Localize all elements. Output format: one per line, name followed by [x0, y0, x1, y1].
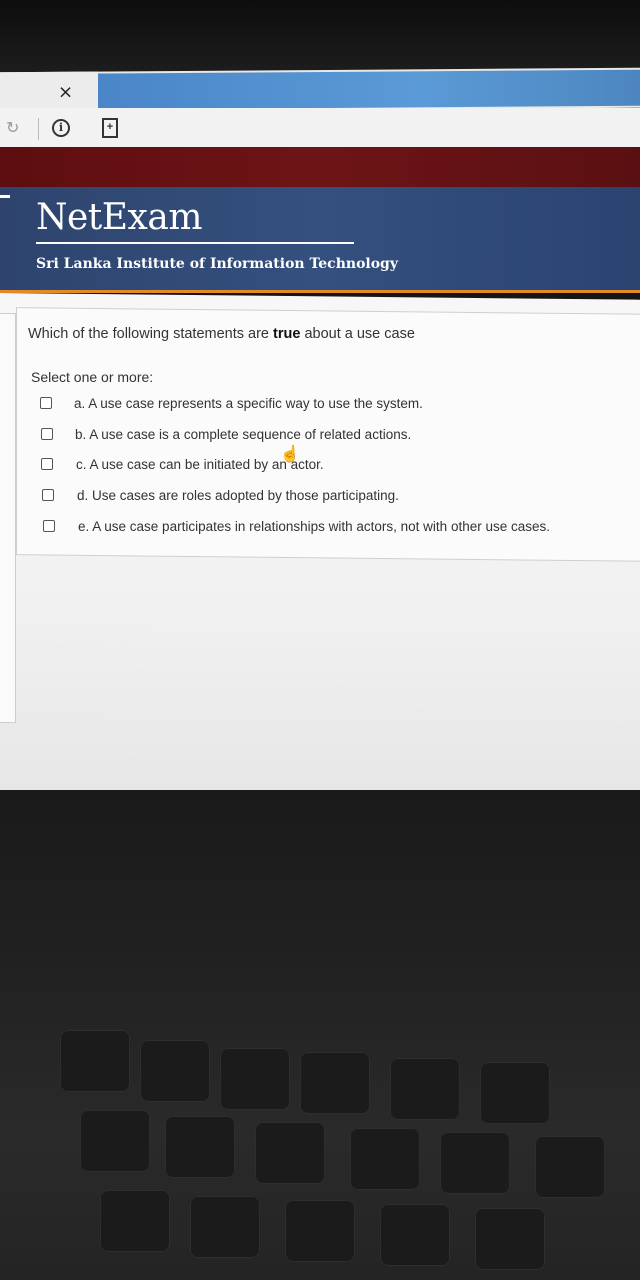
option-d-checkbox[interactable] — [42, 489, 54, 501]
option-e-label[interactable]: e. A use case participates in relationsh… — [78, 519, 550, 534]
option-a-label[interactable]: a. A use case represents a specific way … — [74, 396, 423, 411]
instruction-text: Select one or more: — [31, 369, 154, 385]
keyboard-key — [475, 1208, 545, 1270]
keyboard-key — [80, 1110, 150, 1172]
header-stripe — [0, 195, 10, 198]
option-e-checkbox[interactable] — [43, 520, 55, 532]
info-icon[interactable]: i — [52, 119, 70, 137]
reload-icon[interactable]: ↻ — [6, 118, 19, 137]
institute-name: Sri Lanka Institute of Information Techn… — [36, 256, 398, 272]
netexam-logo[interactable]: NetExam — [36, 197, 202, 238]
keyboard-key — [535, 1136, 605, 1198]
browser-tab-strip: × — [0, 67, 640, 113]
option-a-checkbox[interactable] — [40, 397, 52, 409]
site-header: NetExam Sri Lanka Institute of Informati… — [0, 187, 640, 291]
site-top-bar — [0, 147, 640, 187]
laptop-bezel — [0, 0, 640, 78]
option-b-checkbox[interactable] — [41, 428, 53, 440]
question-emphasis: true — [273, 326, 301, 342]
question-nav-panel — [0, 313, 16, 724]
keyboard-key — [285, 1200, 355, 1262]
close-tab-icon[interactable]: × — [58, 82, 73, 103]
page-icon[interactable]: + — [102, 118, 118, 138]
laptop-keyboard-area — [0, 790, 640, 1280]
keyboard-key — [190, 1196, 260, 1258]
keyboard-key — [380, 1204, 450, 1266]
keyboard-key — [350, 1128, 420, 1190]
keyboard-key — [220, 1048, 290, 1110]
keyboard-key — [300, 1052, 370, 1114]
question-suffix: about a use case — [300, 326, 415, 342]
logo-underline — [36, 242, 354, 244]
keyboard-key — [60, 1030, 130, 1092]
address-bar: ↻ i + — [0, 108, 640, 148]
tab-bar-background — [98, 69, 640, 110]
keyboard-key — [480, 1062, 550, 1124]
question-text: Which of the following statements are tr… — [28, 326, 415, 342]
option-b-label[interactable]: b. A use case is a complete sequence of … — [75, 427, 411, 442]
keyboard-key — [140, 1040, 210, 1102]
question-prefix: Which of the following statements are — [28, 326, 274, 342]
header-accent-line — [0, 290, 640, 293]
hand-cursor-icon: ☝ — [280, 446, 300, 463]
option-d-label[interactable]: d. Use cases are roles adopted by those … — [77, 488, 399, 503]
keyboard-key — [255, 1122, 325, 1184]
divider — [38, 118, 39, 140]
keyboard-key — [165, 1116, 235, 1178]
keyboard-key — [440, 1132, 510, 1194]
browser-tab[interactable]: × — [0, 71, 98, 113]
option-c-checkbox[interactable] — [41, 458, 53, 470]
keyboard-key — [390, 1058, 460, 1120]
keyboard-key — [100, 1190, 170, 1252]
